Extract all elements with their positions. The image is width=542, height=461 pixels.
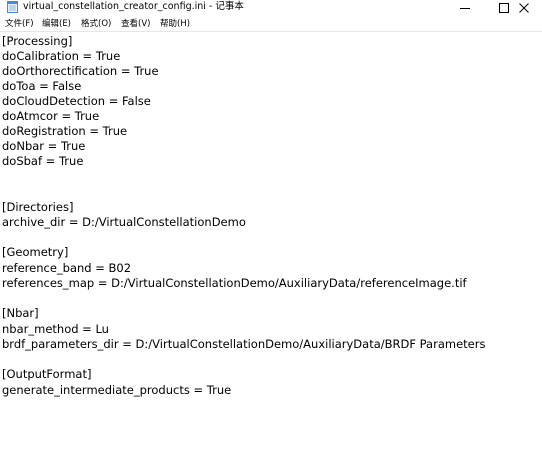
minimize-icon [460,7,470,9]
editor-line: doCloudDetection = False [2,94,151,108]
editor-line: doSbaf = True [2,154,84,168]
notepad-window: virtual_constellation_creator_config.ini… [0,0,542,461]
title-bar[interactable]: virtual_constellation_creator_config.ini… [0,0,542,15]
editor-line: archive_dir = D:/VirtualConstellationDem… [2,215,246,229]
window-title: virtual_constellation_creator_config.ini… [23,1,244,12]
editor-line: [Processing] [2,34,73,48]
editor-line: doRegistration = True [2,124,128,138]
menu-bar: 文件(F) 编辑(E) 格式(O) 查看(V) 帮助(H) [0,17,542,32]
text-editor[interactable]: [Processing] doCalibration = True doOrth… [0,32,542,461]
menu-edit[interactable]: 编辑(E) [42,18,71,30]
editor-line: doOrthorectification = True [2,64,159,78]
editor-line: [Nbar] [2,306,39,320]
editor-line: brdf_parameters_dir = D:/VirtualConstell… [2,337,486,351]
editor-line: doToa = False [2,79,82,93]
editor-line: references_map = D:/VirtualConstellation… [2,276,467,290]
editor-line: [OutputFormat] [2,367,92,381]
editor-line: [Geometry] [2,245,69,259]
menu-help[interactable]: 帮助(H) [160,18,190,30]
editor-line: doAtmcor = True [2,109,100,123]
editor-line: doCalibration = True [2,49,121,63]
editor-line: [Directories] [2,200,74,214]
minimize-button[interactable] [447,0,483,15]
close-button[interactable] [506,0,542,15]
notepad-icon [7,1,18,13]
editor-line: generate_intermediate_products = True [2,383,232,397]
editor-line: doNbar = True [2,139,86,153]
menu-format[interactable]: 格式(O) [81,18,111,30]
menu-view[interactable]: 查看(V) [121,18,150,30]
close-icon [519,2,529,13]
editor-line: reference_band = B02 [2,261,132,275]
menu-file[interactable]: 文件(F) [5,18,34,30]
editor-line: nbar_method = Lu [2,322,109,336]
